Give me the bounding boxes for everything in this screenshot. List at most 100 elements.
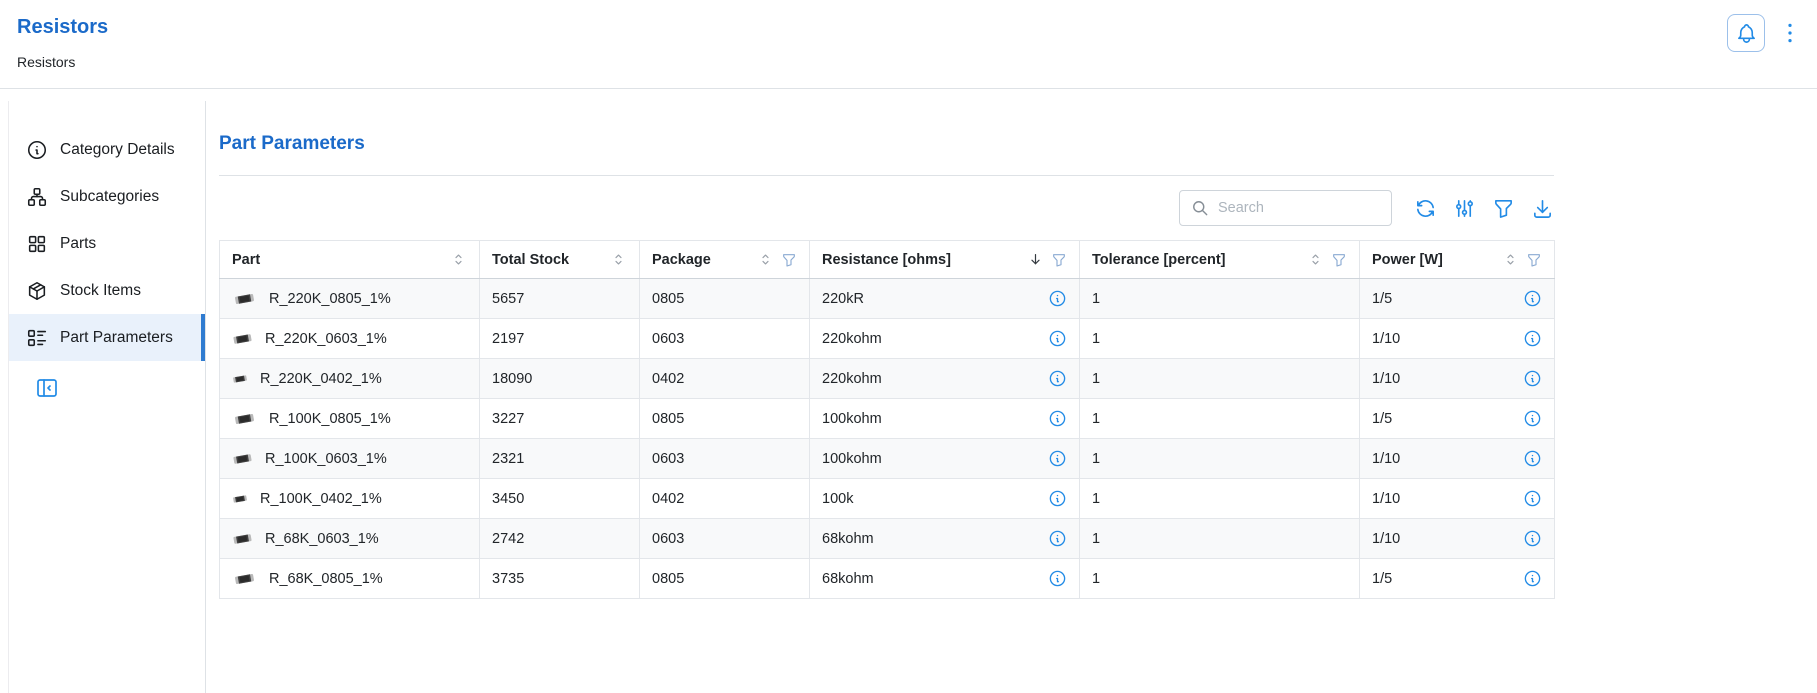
list-details-icon xyxy=(26,327,48,349)
resistance-value: 220kohm xyxy=(822,371,882,387)
info-icon[interactable] xyxy=(1048,529,1067,548)
info-icon[interactable] xyxy=(1523,449,1542,468)
column-label: Power [W] xyxy=(1372,252,1443,268)
column-label: Total Stock xyxy=(492,252,569,268)
download-icon[interactable] xyxy=(1531,197,1554,220)
part-thumbnail[interactable] xyxy=(232,528,253,550)
sidebar-tab-label: Category Details xyxy=(60,141,175,159)
table-body: R_220K_0805_1% 5657 0805 220kR 1 1/5 R_2… xyxy=(220,279,1555,599)
resistance-value: 68kohm xyxy=(822,571,874,587)
sort-icon[interactable] xyxy=(1502,251,1519,268)
info-icon[interactable] xyxy=(1523,289,1542,308)
power-value: 1/5 xyxy=(1372,291,1392,307)
info-icon[interactable] xyxy=(1523,409,1542,428)
sort-icon[interactable] xyxy=(450,251,467,268)
search-input[interactable] xyxy=(1218,200,1381,216)
sidebar-tab-parts[interactable]: Parts xyxy=(9,220,205,267)
resistance-value: 220kR xyxy=(822,291,864,307)
breadcrumb[interactable]: Resistors xyxy=(17,54,75,70)
table-header-row: Part Total Stock Package Resistance xyxy=(220,241,1555,279)
part-name: R_220K_0603_1% xyxy=(265,331,387,347)
total-stock-cell: 18090 xyxy=(480,359,640,399)
table-row[interactable]: R_220K_0603_1% 2197 0603 220kohm 1 1/10 xyxy=(220,319,1555,359)
info-icon[interactable] xyxy=(1523,569,1542,588)
table-row[interactable]: R_220K_0402_1% 18090 0402 220kohm 1 1/10 xyxy=(220,359,1555,399)
sidebar-tab-list: Category Details Subcategories Parts Sto… xyxy=(9,101,206,693)
total-stock-cell: 3735 xyxy=(480,559,640,599)
tolerance-cell: 1 xyxy=(1080,519,1360,559)
package-cell: 0402 xyxy=(640,479,810,519)
sort-desc-icon[interactable] xyxy=(1027,251,1044,268)
part-thumbnail[interactable] xyxy=(232,448,253,470)
resistance-value: 68kohm xyxy=(822,531,874,547)
column-header-power-w[interactable]: Power [W] xyxy=(1360,241,1555,279)
part-thumbnail[interactable] xyxy=(232,288,257,310)
info-icon[interactable] xyxy=(1523,529,1542,548)
column-filter-icon[interactable] xyxy=(1526,252,1542,268)
info-icon[interactable] xyxy=(1048,369,1067,388)
tolerance-cell: 1 xyxy=(1080,319,1360,359)
column-header-part[interactable]: Part xyxy=(220,241,480,279)
sort-icon[interactable] xyxy=(1307,251,1324,268)
sidebar-tab-stock-items[interactable]: Stock Items xyxy=(9,267,205,314)
menu-dots-icon[interactable] xyxy=(1777,18,1803,48)
info-icon[interactable] xyxy=(1048,409,1067,428)
column-filter-icon[interactable] xyxy=(1051,252,1067,268)
notifications-button[interactable] xyxy=(1727,14,1765,52)
part-name: R_220K_0805_1% xyxy=(269,291,391,307)
info-icon[interactable] xyxy=(1523,329,1542,348)
column-label: Resistance [ohms] xyxy=(822,252,951,268)
column-filter-icon[interactable] xyxy=(1331,252,1347,268)
filter-icon[interactable] xyxy=(1492,197,1515,220)
sidebar-tab-category-details[interactable]: Category Details xyxy=(9,126,205,173)
column-filter-icon[interactable] xyxy=(781,252,797,268)
info-icon[interactable] xyxy=(1523,489,1542,508)
total-stock-cell: 2197 xyxy=(480,319,640,359)
info-icon[interactable] xyxy=(1048,569,1067,588)
power-value: 1/5 xyxy=(1372,571,1392,587)
part-thumbnail[interactable] xyxy=(232,568,257,590)
section-title: Part Parameters xyxy=(219,133,1554,155)
part-thumbnail[interactable] xyxy=(232,368,248,390)
power-value: 1/10 xyxy=(1372,371,1400,387)
search-box[interactable] xyxy=(1179,190,1392,226)
info-icon[interactable] xyxy=(1523,369,1542,388)
header-actions xyxy=(1727,14,1803,52)
total-stock-cell: 2742 xyxy=(480,519,640,559)
sidebar-tab-subcategories[interactable]: Subcategories xyxy=(9,173,205,220)
info-icon[interactable] xyxy=(1048,329,1067,348)
power-value: 1/10 xyxy=(1372,491,1400,507)
column-header-total-stock[interactable]: Total Stock xyxy=(480,241,640,279)
table-row[interactable]: R_100K_0603_1% 2321 0603 100kohm 1 1/10 xyxy=(220,439,1555,479)
column-header-resistance-ohms[interactable]: Resistance [ohms] xyxy=(810,241,1080,279)
info-icon[interactable] xyxy=(1048,289,1067,308)
table-row[interactable]: R_68K_0805_1% 3735 0805 68kohm 1 1/5 xyxy=(220,559,1555,599)
tolerance-cell: 1 xyxy=(1080,439,1360,479)
resistance-value: 100kohm xyxy=(822,451,882,467)
app-header: Resistors Resistors xyxy=(0,0,1817,89)
part-thumbnail[interactable] xyxy=(232,488,248,510)
table-row[interactable]: R_100K_0805_1% 3227 0805 100kohm 1 1/5 xyxy=(220,399,1555,439)
tolerance-cell: 1 xyxy=(1080,399,1360,439)
part-thumbnail[interactable] xyxy=(232,328,253,350)
part-thumbnail[interactable] xyxy=(232,408,257,430)
column-header-tolerance-percent[interactable]: Tolerance [percent] xyxy=(1080,241,1360,279)
sort-icon[interactable] xyxy=(757,251,774,268)
package-cell: 0603 xyxy=(640,519,810,559)
column-header-package[interactable]: Package xyxy=(640,241,810,279)
table-row[interactable]: R_220K_0805_1% 5657 0805 220kR 1 1/5 xyxy=(220,279,1555,319)
sort-icon[interactable] xyxy=(610,251,627,268)
sidebar-tab-part-parameters[interactable]: Part Parameters xyxy=(9,314,205,361)
tolerance-cell: 1 xyxy=(1080,559,1360,599)
sidebar-collapse-icon[interactable] xyxy=(35,376,59,400)
power-value: 1/10 xyxy=(1372,451,1400,467)
info-icon[interactable] xyxy=(1048,449,1067,468)
column-label: Tolerance [percent] xyxy=(1092,252,1226,268)
table-row[interactable]: R_68K_0603_1% 2742 0603 68kohm 1 1/10 xyxy=(220,519,1555,559)
part-name: R_100K_0805_1% xyxy=(269,411,391,427)
info-icon[interactable] xyxy=(1048,489,1067,508)
table-row[interactable]: R_100K_0402_1% 3450 0402 100k 1 1/10 xyxy=(220,479,1555,519)
adjustments-icon[interactable] xyxy=(1453,197,1476,220)
refresh-icon[interactable] xyxy=(1414,197,1437,220)
tolerance-cell: 1 xyxy=(1080,479,1360,519)
